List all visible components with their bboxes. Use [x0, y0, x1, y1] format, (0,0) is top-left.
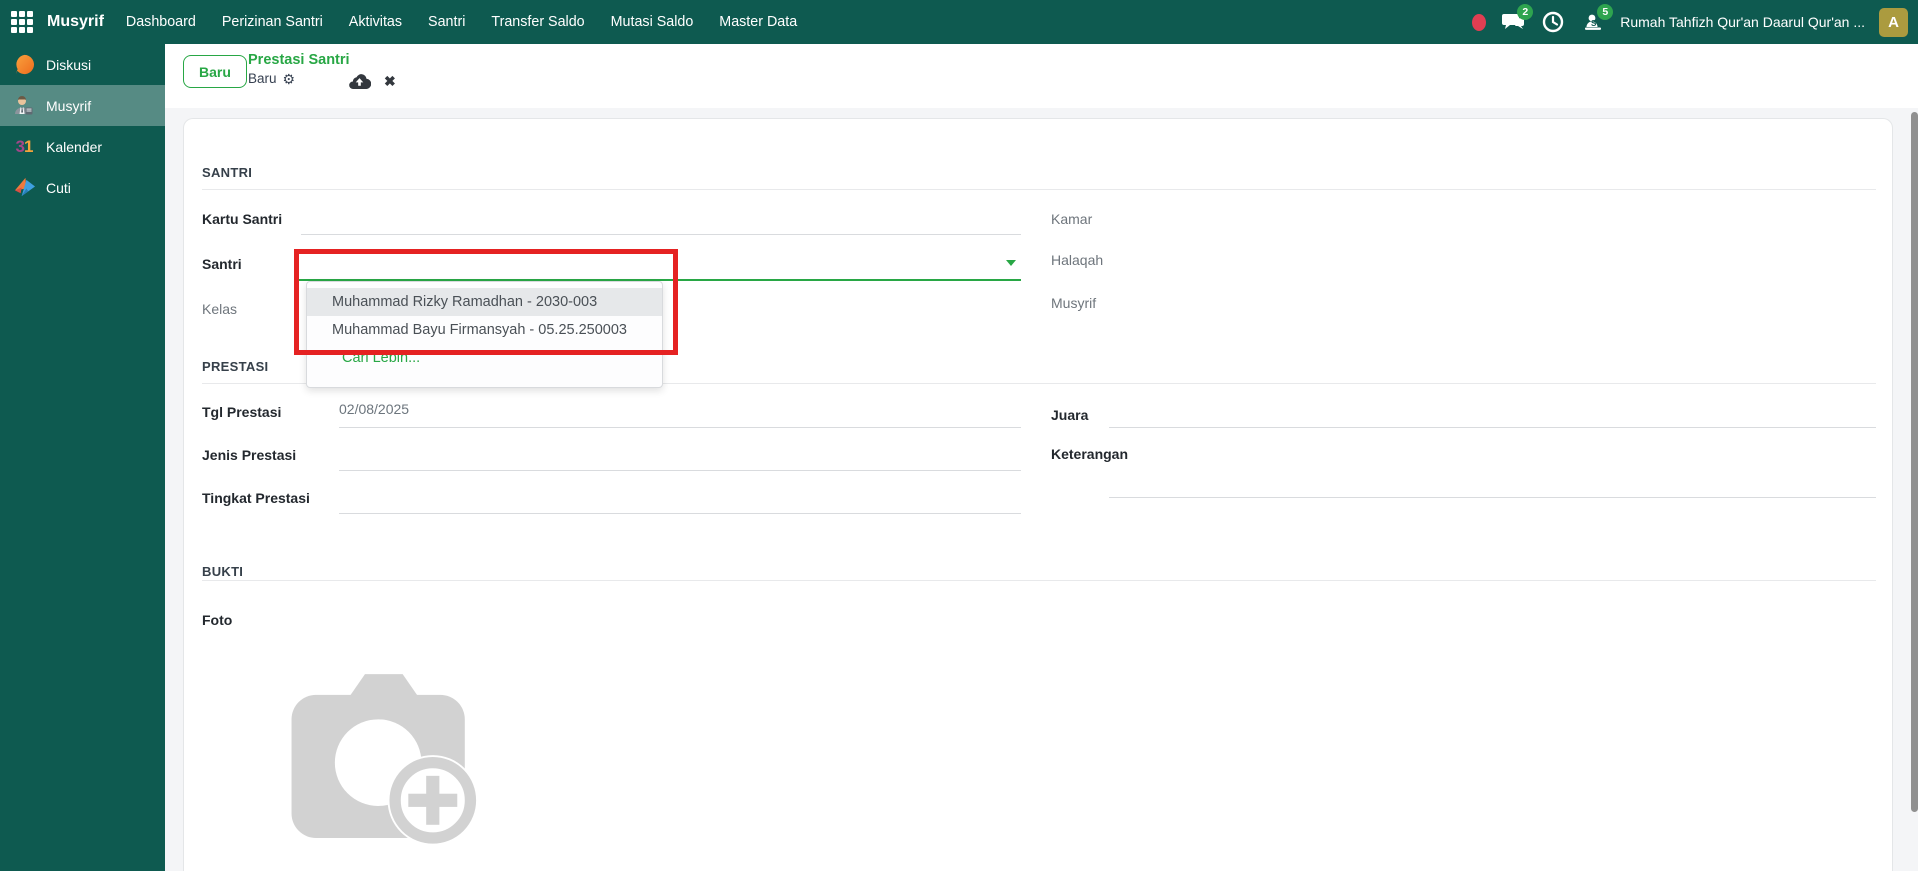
- caret-down-icon[interactable]: [1006, 260, 1016, 266]
- top-navbar: Musyrif Dashboard Perizinan Santri Aktiv…: [0, 0, 1918, 44]
- recording-indicator-icon[interactable]: [1472, 14, 1486, 31]
- tingkat-prestasi-underline: [339, 513, 1021, 514]
- calendar-31-icon: 31: [12, 135, 36, 159]
- section-divider: [202, 580, 1876, 581]
- section-divider: [202, 189, 1876, 190]
- nav-item-transfer-saldo[interactable]: Transfer Saldo: [491, 14, 584, 30]
- user-avatar[interactable]: A: [1879, 8, 1908, 37]
- tgl-prestasi-label: Tgl Prestasi: [202, 404, 281, 420]
- breadcrumb: Baru ⚙: [248, 71, 295, 86]
- search-more-link[interactable]: Cari Lebih...: [307, 344, 662, 372]
- sidebar-item-label: Diskusi: [46, 57, 91, 73]
- nav-item-santri[interactable]: Santri: [428, 14, 465, 30]
- control-panel: Baru Prestasi Santri Baru ⚙ ✖: [165, 44, 1918, 108]
- clock-icon: [1541, 10, 1565, 34]
- kartu-santri-underline: [301, 234, 1021, 235]
- sidebar-item-cuti[interactable]: Cuti: [0, 167, 165, 208]
- jenis-prestasi-input[interactable]: [339, 444, 1019, 460]
- section-title-santri: SANTRI: [202, 165, 252, 180]
- form-card: SANTRI Kartu Santri Kamar Santri Halaqah…: [183, 118, 1893, 871]
- foto-label: Foto: [202, 612, 232, 628]
- activities-badge: 5: [1597, 4, 1613, 20]
- sidebar-item-kalender[interactable]: 31 Kalender: [0, 126, 165, 167]
- section-title-bukti: BUKTI: [202, 564, 243, 579]
- santri-dropdown: Muhammad Rizky Ramadhan - 2030-003 Muham…: [306, 281, 663, 388]
- nav-item-aktivitas[interactable]: Aktivitas: [349, 14, 402, 30]
- jenis-prestasi-underline: [339, 470, 1021, 471]
- breadcrumb-current: Baru: [248, 71, 277, 86]
- tgl-prestasi-underline: [339, 427, 1021, 428]
- discard-icon[interactable]: ✖: [384, 73, 396, 90]
- kamar-label: Kamar: [1051, 211, 1092, 227]
- halaqah-label: Halaqah: [1051, 252, 1103, 268]
- top-menu: Dashboard Perizinan Santri Aktivitas San…: [126, 14, 797, 30]
- nav-item-mutasi-saldo[interactable]: Mutasi Saldo: [611, 14, 694, 30]
- kelas-label: Kelas: [202, 301, 237, 317]
- nav-item-dashboard[interactable]: Dashboard: [126, 14, 196, 30]
- time-off-dart-icon: [12, 176, 36, 200]
- tingkat-prestasi-input[interactable]: [339, 487, 1019, 503]
- company-switcher[interactable]: Rumah Tahfizh Qur'an Daarul Qur'an ...: [1620, 14, 1865, 30]
- discuss-bubble-icon: [12, 53, 36, 77]
- keterangan-textarea[interactable]: [1109, 444, 1874, 494]
- tgl-prestasi-input[interactable]: [339, 401, 1019, 417]
- breadcrumb-parent[interactable]: Prestasi Santri: [248, 52, 350, 68]
- requests-person-icon[interactable]: S 5: [1580, 9, 1606, 35]
- save-cloud-icon[interactable]: [348, 72, 371, 94]
- nav-item-perizinan-santri[interactable]: Perizinan Santri: [222, 14, 323, 30]
- sidebar-item-label: Musyrif: [46, 98, 91, 114]
- kartu-santri-input[interactable]: [301, 208, 1019, 224]
- section-title-prestasi: PRESTASI: [202, 359, 268, 374]
- sidebar-item-label: Kalender: [46, 139, 102, 155]
- sidebar: Diskusi Musyrif 31 Kalender: [0, 44, 165, 871]
- jenis-prestasi-label: Jenis Prestasi: [202, 447, 296, 463]
- sidebar-item-musyrif[interactable]: Musyrif: [0, 85, 165, 126]
- musyrif-person-icon: [12, 94, 36, 118]
- musyrif-label: Musyrif: [1051, 295, 1096, 311]
- santri-input[interactable]: [301, 253, 1001, 269]
- nav-item-master-data[interactable]: Master Data: [719, 14, 797, 30]
- vertical-scrollbar[interactable]: [1911, 112, 1918, 812]
- app-name-menu[interactable]: Musyrif: [47, 13, 104, 31]
- santri-label: Santri: [202, 256, 242, 272]
- keterangan-underline: [1109, 497, 1876, 498]
- dropdown-option[interactable]: Muhammad Bayu Firmansyah - 05.25.250003: [307, 316, 662, 344]
- juara-label: Juara: [1051, 407, 1088, 423]
- kartu-santri-label: Kartu Santri: [202, 211, 282, 227]
- sidebar-item-diskusi[interactable]: Diskusi: [0, 44, 165, 85]
- activities-clock-icon[interactable]: [1540, 9, 1566, 35]
- juara-input[interactable]: [1109, 404, 1874, 420]
- new-button[interactable]: Baru: [183, 55, 247, 88]
- apps-menu-icon[interactable]: [11, 11, 33, 33]
- dropdown-option[interactable]: Muhammad Rizky Ramadhan - 2030-003: [307, 288, 662, 316]
- sidebar-item-label: Cuti: [46, 180, 71, 196]
- add-photo-camera-icon[interactable]: [284, 657, 510, 857]
- settings-gear-icon[interactable]: ⚙: [283, 72, 296, 86]
- messages-badge: 2: [1517, 4, 1533, 20]
- svg-text:S: S: [1591, 19, 1597, 28]
- messages-icon[interactable]: 2: [1500, 9, 1526, 35]
- tingkat-prestasi-label: Tingkat Prestasi: [202, 490, 310, 506]
- juara-underline: [1109, 427, 1876, 428]
